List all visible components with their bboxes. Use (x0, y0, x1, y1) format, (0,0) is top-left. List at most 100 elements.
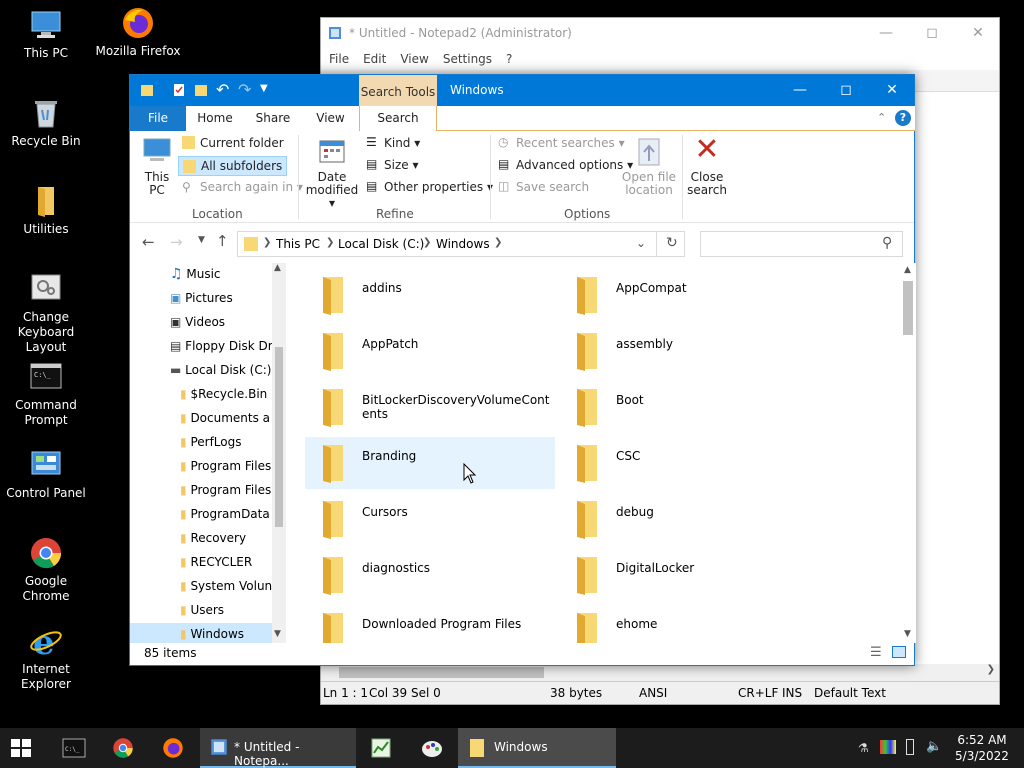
nav-item-folder[interactable]: ▮ Program Files (180, 455, 286, 477)
clock[interactable]: 6:52 AM 5/3/2022 (952, 732, 1012, 764)
large-icons-view-icon[interactable] (892, 646, 906, 658)
notepad-menu-settings[interactable]: Settings (443, 52, 492, 66)
new-folder-icon[interactable] (194, 83, 208, 97)
chrome-icon[interactable] (112, 737, 134, 759)
desktop-icon-firefox[interactable]: Mozilla Firefox (92, 6, 184, 59)
file-item[interactable]: assembly (559, 325, 809, 377)
notepad-menu-view[interactable]: View (400, 52, 428, 66)
back-arrow-icon[interactable]: ← (142, 233, 155, 251)
nav-item-folder[interactable]: ▮ $Recycle.Bin (180, 383, 286, 405)
file-item[interactable]: BitLockerDiscoveryVolumeContents (305, 381, 555, 433)
explorer-close-button[interactable]: ✕ (869, 75, 915, 105)
notepad-menu-help[interactable]: ? (506, 52, 512, 66)
up-arrow-icon[interactable]: ↑ (216, 232, 229, 250)
file-item[interactable]: addins (305, 269, 555, 321)
file-item[interactable]: Cursors (305, 493, 555, 545)
windows-start-icon[interactable] (10, 738, 32, 758)
desktop-icon-change-keyboard-layout[interactable]: Change Keyboard Layout (0, 272, 92, 355)
file-item[interactable]: Downloaded Program Files (305, 605, 555, 643)
network-icon[interactable]: ⚗ (858, 741, 869, 755)
desktop-icon-utilities[interactable]: Utilities (0, 184, 92, 237)
breadcrumb-local-disk[interactable]: Local Disk (C:) (338, 237, 424, 251)
file-item[interactable]: DigitalLocker (559, 549, 809, 601)
nav-scrollbar[interactable]: ▲ ▼ (272, 263, 286, 643)
file-item[interactable]: Boot (559, 381, 809, 433)
notepad-menu-file[interactable]: File (329, 52, 349, 66)
notepad-minimize-button[interactable]: — (863, 18, 909, 48)
taskbar-explorer-button[interactable]: Windows (458, 728, 616, 768)
open-file-location-button[interactable]: Open file location (620, 171, 678, 197)
desktop-icon-internet-explorer[interactable]: e Internet Explorer (0, 624, 92, 692)
desktop-icon-command-prompt[interactable]: C:\_ Command Prompt (0, 360, 92, 428)
scroll-down-arrow-icon[interactable]: ▼ (274, 629, 281, 639)
customize-quick-access-icon[interactable]: ▼ (260, 83, 268, 94)
notepad-maximize-button[interactable]: ◻ (909, 18, 955, 48)
date-modified-button[interactable]: Date modified ▾ (302, 171, 362, 210)
recent-searches-button[interactable]: ◷ Recent searches ▾ (498, 135, 625, 150)
notepad-scroll-thumb[interactable] (339, 667, 544, 678)
current-folder-button[interactable]: Current folder (182, 136, 284, 150)
file-item[interactable]: Branding (305, 437, 555, 489)
other-properties-button[interactable]: ▤ Other properties ▾ (366, 179, 493, 194)
undo-icon[interactable]: ↶ (216, 80, 229, 99)
file-item[interactable]: ehome (559, 605, 809, 643)
nav-item-folder[interactable]: ▮ Users (180, 599, 286, 621)
tab-home[interactable]: Home (186, 106, 244, 131)
desktop-icon-google-chrome[interactable]: Google Chrome (0, 536, 92, 604)
nav-item-music[interactable]: ♫ Music (170, 263, 286, 285)
task-manager-icon[interactable] (370, 737, 392, 759)
this-pc-button[interactable]: This PC (140, 171, 174, 197)
address-bar[interactable]: ❯ This PC ❯ Local Disk (C:) ❯ Windows ❯ … (237, 231, 685, 257)
file-item[interactable]: AppPatch (305, 325, 555, 377)
taskbar-notepad-button[interactable]: * Untitled - Notepa... (200, 728, 356, 768)
notepad-menu-edit[interactable]: Edit (363, 52, 386, 66)
scroll-up-arrow-icon[interactable]: ▲ (904, 265, 911, 275)
collapse-ribbon-icon[interactable]: ⌃ (877, 111, 886, 124)
breadcrumb-this-pc[interactable]: This PC (276, 237, 320, 251)
save-search-button[interactable]: ◫ Save search (498, 179, 589, 194)
tab-share[interactable]: Share (244, 106, 302, 131)
nav-item-local-disk[interactable]: ▬ Local Disk (C:) (170, 359, 286, 381)
file-item[interactable]: diagnostics (305, 549, 555, 601)
nav-item-videos[interactable]: ▣ Videos (170, 311, 286, 333)
nav-item-folder[interactable]: ▮ ProgramData (180, 503, 286, 525)
nav-item-folder[interactable]: ▮ Recovery (180, 527, 286, 549)
address-dropdown-icon[interactable]: ⌄ (636, 236, 646, 250)
file-item[interactable]: debug (559, 493, 809, 545)
desktop-icon-recycle-bin[interactable]: Recycle Bin (0, 96, 92, 149)
nav-item-folder[interactable]: ▮ Documents a (180, 407, 286, 429)
refresh-icon[interactable]: ↻ (666, 235, 678, 251)
tab-view[interactable]: View (302, 106, 359, 131)
search-box[interactable]: ⚲ (700, 231, 903, 257)
display-icon[interactable] (880, 740, 896, 754)
notepad-close-button[interactable]: ✕ (955, 18, 1001, 48)
explorer-titlebar[interactable]: ↶ ↷ ▼ Search Tools Windows — ◻ ✕ (130, 75, 915, 131)
help-icon[interactable]: ? (895, 110, 911, 126)
size-button[interactable]: ▤ Size ▾ (366, 157, 418, 172)
nav-item-windows-selected[interactable]: ▮ Windows (130, 623, 272, 643)
file-item[interactable]: AppCompat (559, 269, 809, 321)
recent-locations-icon[interactable]: ▼ (198, 235, 205, 245)
advanced-options-button[interactable]: ▤ Advanced options ▾ (498, 157, 633, 172)
content-scrollbar[interactable]: ▲ ▼ (900, 263, 916, 643)
search-input[interactable] (705, 235, 875, 253)
paint-icon[interactable] (420, 737, 444, 759)
all-subfolders-button[interactable]: All subfolders (178, 156, 288, 176)
tab-file[interactable]: File (130, 106, 186, 131)
kind-button[interactable]: ☰ Kind ▾ (366, 135, 420, 150)
nav-item-folder[interactable]: ▮ System Volun (180, 575, 286, 597)
notepad-horizontal-scrollbar[interactable]: ❯ (321, 664, 999, 681)
scroll-right-arrow-icon[interactable]: ❯ (987, 664, 995, 675)
nav-item-pictures[interactable]: ▣ Pictures (170, 287, 286, 309)
file-item[interactable]: CSC (559, 437, 809, 489)
nav-item-floppy[interactable]: ▤ Floppy Disk Dri (170, 335, 286, 357)
command-prompt-icon[interactable]: C:\_ (62, 738, 86, 758)
volume-muted-icon[interactable]: 🔈 (926, 739, 942, 754)
scroll-up-arrow-icon[interactable]: ▲ (274, 263, 281, 273)
details-view-icon[interactable]: ☰ (870, 641, 882, 665)
close-search-button[interactable]: Close search (686, 171, 728, 197)
forward-arrow-icon[interactable]: → (170, 233, 183, 251)
nav-scroll-thumb[interactable] (275, 347, 283, 527)
breadcrumb-windows[interactable]: Windows (436, 237, 490, 251)
nav-item-folder[interactable]: ▮ PerfLogs (180, 431, 286, 453)
